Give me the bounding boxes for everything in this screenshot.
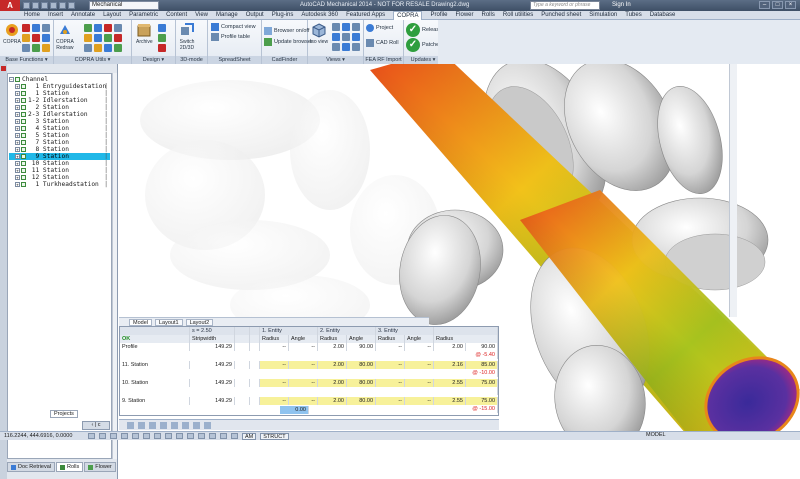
- table-row[interactable]: 9. Station 149.29 -- -- 2.00 80.00 -- -- 2.55 75.…: [120, 397, 498, 413]
- angle-value[interactable]: --: [289, 343, 318, 351]
- insert-icon[interactable]: [182, 421, 189, 429]
- calc-icon[interactable]: [204, 421, 211, 429]
- row-checkbox[interactable]: [250, 361, 260, 369]
- station-name[interactable]: 9. Station: [120, 397, 190, 405]
- angle-value[interactable]: 75.00: [466, 379, 498, 387]
- entity-header: 3. Entity: [376, 327, 434, 335]
- action-icon[interactable]: [235, 397, 250, 405]
- tab-layout2[interactable]: Layout2: [185, 318, 214, 326]
- angle-value[interactable]: 90.00: [466, 343, 498, 351]
- status-toggle-osnap[interactable]: [143, 433, 150, 439]
- angle-value[interactable]: 85.00: [466, 361, 498, 369]
- status-toggle-ducs[interactable]: [176, 433, 183, 439]
- status-toggle-tpy[interactable]: [209, 433, 216, 439]
- radius-value[interactable]: --: [260, 343, 289, 351]
- table-row[interactable]: 11. Station 149.29 -- -- 2.00 80.00 -- -- 2.16 85…: [120, 361, 498, 377]
- radius-value[interactable]: 2.55: [434, 397, 466, 405]
- layout-tabs: Model Layout1 Layout2: [119, 317, 429, 326]
- offset-value: @ -15.00: [434, 405, 498, 413]
- status-toggle-dyn[interactable]: [187, 433, 194, 439]
- delete-icon[interactable]: [193, 421, 200, 429]
- angle-value[interactable]: 75.00: [466, 397, 498, 405]
- offset-value: @ -10.00: [434, 369, 498, 377]
- angle-value[interactable]: --: [289, 397, 318, 405]
- status-toggle-ortho[interactable]: [121, 433, 128, 439]
- row-checkbox[interactable]: [250, 343, 260, 351]
- station-name[interactable]: 11. Station: [120, 361, 190, 369]
- angle-value[interactable]: --: [405, 397, 434, 405]
- row-checkbox[interactable]: [250, 379, 260, 387]
- status-toggle-grid[interactable]: [110, 433, 117, 439]
- offset-value: [434, 387, 498, 395]
- status-toggle-lwt[interactable]: [198, 433, 205, 439]
- paste-icon[interactable]: [171, 421, 178, 429]
- status-bar: 116.2244, 444.6916, 0.0000 AM STRUCT: [0, 431, 800, 440]
- angle-value[interactable]: 80.00: [347, 397, 376, 405]
- angle-value[interactable]: --: [289, 379, 318, 387]
- radius-value[interactable]: 2.00: [318, 397, 347, 405]
- help-icon[interactable]: [149, 421, 156, 429]
- status-toggle-qp[interactable]: [220, 433, 227, 439]
- radius-value[interactable]: 2.00: [318, 361, 347, 369]
- ok-status: OK: [120, 335, 190, 343]
- angle-value[interactable]: 80.00: [347, 361, 376, 369]
- entity-header: 2. Entity: [318, 327, 376, 335]
- angle-value[interactable]: 90.00: [347, 343, 376, 351]
- radius-value[interactable]: --: [260, 397, 289, 405]
- status-toggle-am[interactable]: AM: [242, 432, 257, 440]
- status-toggle-struct[interactable]: STRUCT: [260, 432, 289, 440]
- tab-layout1[interactable]: Layout1: [154, 318, 183, 326]
- action-icon[interactable]: [235, 379, 250, 387]
- angle-value[interactable]: --: [289, 361, 318, 369]
- coordinates-readout: 116.2244, 444.6916, 0.0000: [4, 433, 73, 439]
- status-toggle-polar[interactable]: [132, 433, 139, 439]
- model-space-toggle[interactable]: MODEL: [646, 432, 666, 438]
- status-toggle-infer[interactable]: [88, 433, 95, 439]
- angle-value[interactable]: --: [405, 361, 434, 369]
- status-toggle-snap[interactable]: [99, 433, 106, 439]
- copy-icon[interactable]: [160, 421, 167, 429]
- offset-value: @ -5.40: [434, 351, 498, 359]
- radius-value[interactable]: 2.00: [318, 343, 347, 351]
- angle-value[interactable]: --: [405, 343, 434, 351]
- radius-value[interactable]: --: [376, 379, 405, 387]
- entity-header: 1. Entity: [260, 327, 318, 335]
- grid-subheader-row: OK Stripwidth Radius Angle Radius Angle …: [120, 335, 498, 343]
- radius-value[interactable]: 2.16: [434, 361, 466, 369]
- s-value: s = 2.50: [190, 327, 235, 335]
- grid-header-row: s = 2.50 1. Entity 2. Entity 3. Entity: [120, 327, 498, 335]
- selected-cell[interactable]: 0.00: [280, 406, 309, 414]
- grid-toolbar: [119, 419, 499, 430]
- table-row[interactable]: 10. Station 149.29 -- -- 2.00 80.00 -- -- 2.55 75…: [120, 379, 498, 395]
- radius-value[interactable]: --: [376, 361, 405, 369]
- angle-value[interactable]: --: [405, 379, 434, 387]
- tab-model[interactable]: Model: [129, 318, 152, 326]
- angle-value[interactable]: 80.00: [347, 379, 376, 387]
- action-icon[interactable]: [235, 361, 250, 369]
- stripwidth-value[interactable]: 149.29: [190, 361, 235, 369]
- radius-value[interactable]: --: [376, 397, 405, 405]
- redo-icon[interactable]: [138, 421, 145, 429]
- viewport-scrollbar[interactable]: [729, 64, 737, 317]
- radius-value[interactable]: 2.55: [434, 379, 466, 387]
- radius-value[interactable]: 2.00: [434, 343, 466, 351]
- radius-value[interactable]: --: [260, 361, 289, 369]
- station-name[interactable]: Profile: [120, 343, 190, 351]
- radius-value[interactable]: 2.00: [318, 379, 347, 387]
- row-checkbox[interactable]: [250, 397, 260, 405]
- profile-spreadsheet: s = 2.50 1. Entity 2. Entity 3. Entity O…: [119, 326, 499, 416]
- action-icon[interactable]: [235, 343, 250, 351]
- radius-value[interactable]: --: [376, 343, 405, 351]
- stripwidth-value[interactable]: 149.29: [190, 343, 235, 351]
- undo-icon[interactable]: [127, 421, 134, 429]
- status-toggle-otrack[interactable]: [165, 433, 172, 439]
- status-toggle-sc[interactable]: [231, 433, 238, 439]
- radius-value[interactable]: --: [260, 379, 289, 387]
- stripwidth-value[interactable]: 149.29: [190, 397, 235, 405]
- stripwidth-value[interactable]: 149.29: [190, 379, 235, 387]
- status-toggle-3dosnap[interactable]: [154, 433, 161, 439]
- table-row[interactable]: Profile 149.29 -- -- 2.00 90.00 -- -- 2.00 90.00 @…: [120, 343, 498, 359]
- stripwidth-header: Stripwidth: [190, 335, 235, 343]
- station-name[interactable]: 10. Station: [120, 379, 190, 387]
